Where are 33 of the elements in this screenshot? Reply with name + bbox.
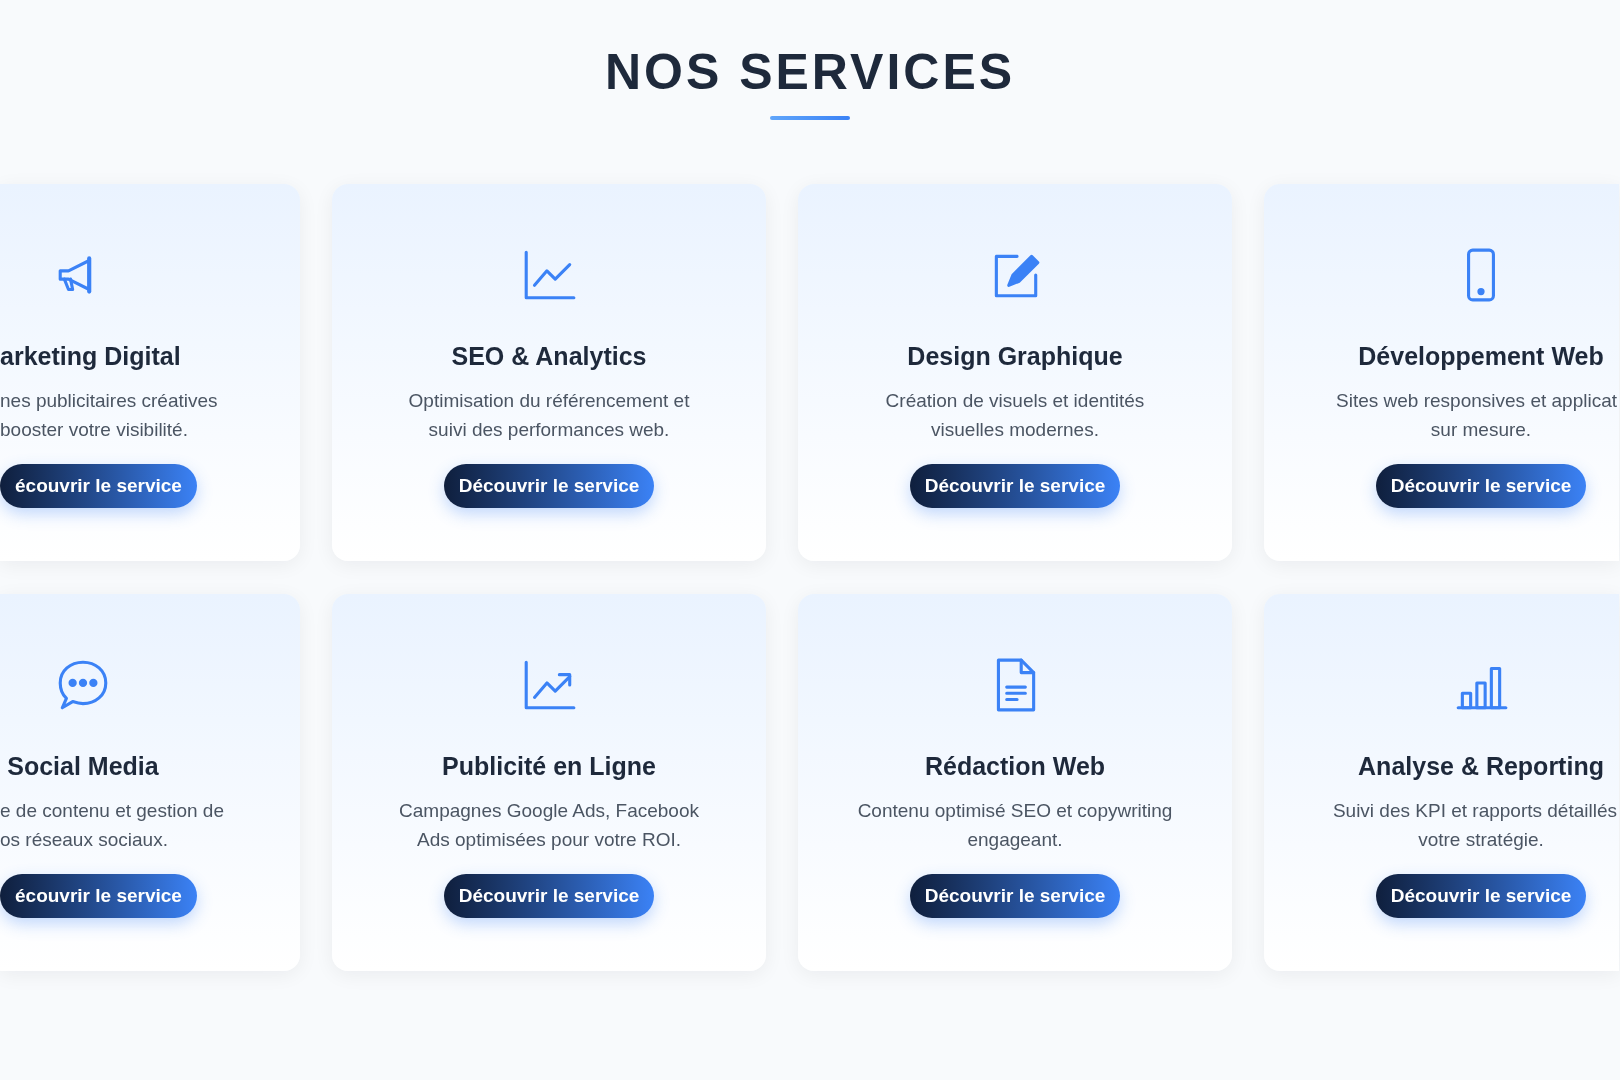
discover-button[interactable]: écouvrir le service [0, 464, 197, 508]
card-title: Design Graphique [907, 341, 1123, 372]
card-description: Sites web responsives et applicat [1336, 389, 1617, 413]
discover-button[interactable]: écouvrir le service [0, 874, 197, 918]
discover-button[interactable]: Découvrir le service [1375, 464, 1587, 508]
card-description: nes publicitaires créatives [0, 389, 218, 413]
card-description: Ads optimisées pour votre ROI. [417, 828, 681, 852]
card-description: e de contenu et gestion de [0, 799, 224, 823]
card-title: Développement Web [1358, 341, 1604, 372]
discover-button[interactable]: Découvrir le service [443, 464, 655, 508]
card-description: Campagnes Google Ads, Facebook [399, 799, 699, 823]
card-description: Suivi des KPI et rapports détaillés [1332, 799, 1617, 823]
card-title: Social Media [7, 751, 159, 782]
discover-button[interactable]: Découvrir le service [443, 874, 655, 918]
discover-button[interactable]: Découvrir le service [909, 464, 1121, 508]
card-description: os réseaux sociaux. [0, 828, 168, 852]
section-heading: NOS SERVICES [604, 43, 1016, 102]
card-title: arketing Digital [0, 341, 181, 372]
card-description: sur mesure. [1430, 418, 1532, 442]
card-title: Analyse & Reporting [1358, 751, 1604, 782]
card-description: suivi des performances web. [428, 418, 670, 442]
card-description: Optimisation du référencement et [408, 389, 690, 413]
card-description: Création de visuels et identités [885, 389, 1145, 413]
discover-button[interactable]: Découvrir le service [1375, 874, 1587, 918]
card-description: votre stratégie. [1418, 828, 1544, 852]
card-description: booster votre visibilité. [0, 418, 188, 442]
card-title: Rédaction Web [924, 751, 1106, 782]
discover-button[interactable]: Découvrir le service [909, 874, 1121, 918]
card-title: SEO & Analytics [451, 341, 647, 372]
card-title: Publicité en Ligne [442, 751, 656, 782]
card-description: engageant. [967, 828, 1063, 852]
card-description: visuelles modernes. [931, 418, 1099, 442]
card-description: Contenu optimisé SEO et copywriting [857, 799, 1173, 823]
